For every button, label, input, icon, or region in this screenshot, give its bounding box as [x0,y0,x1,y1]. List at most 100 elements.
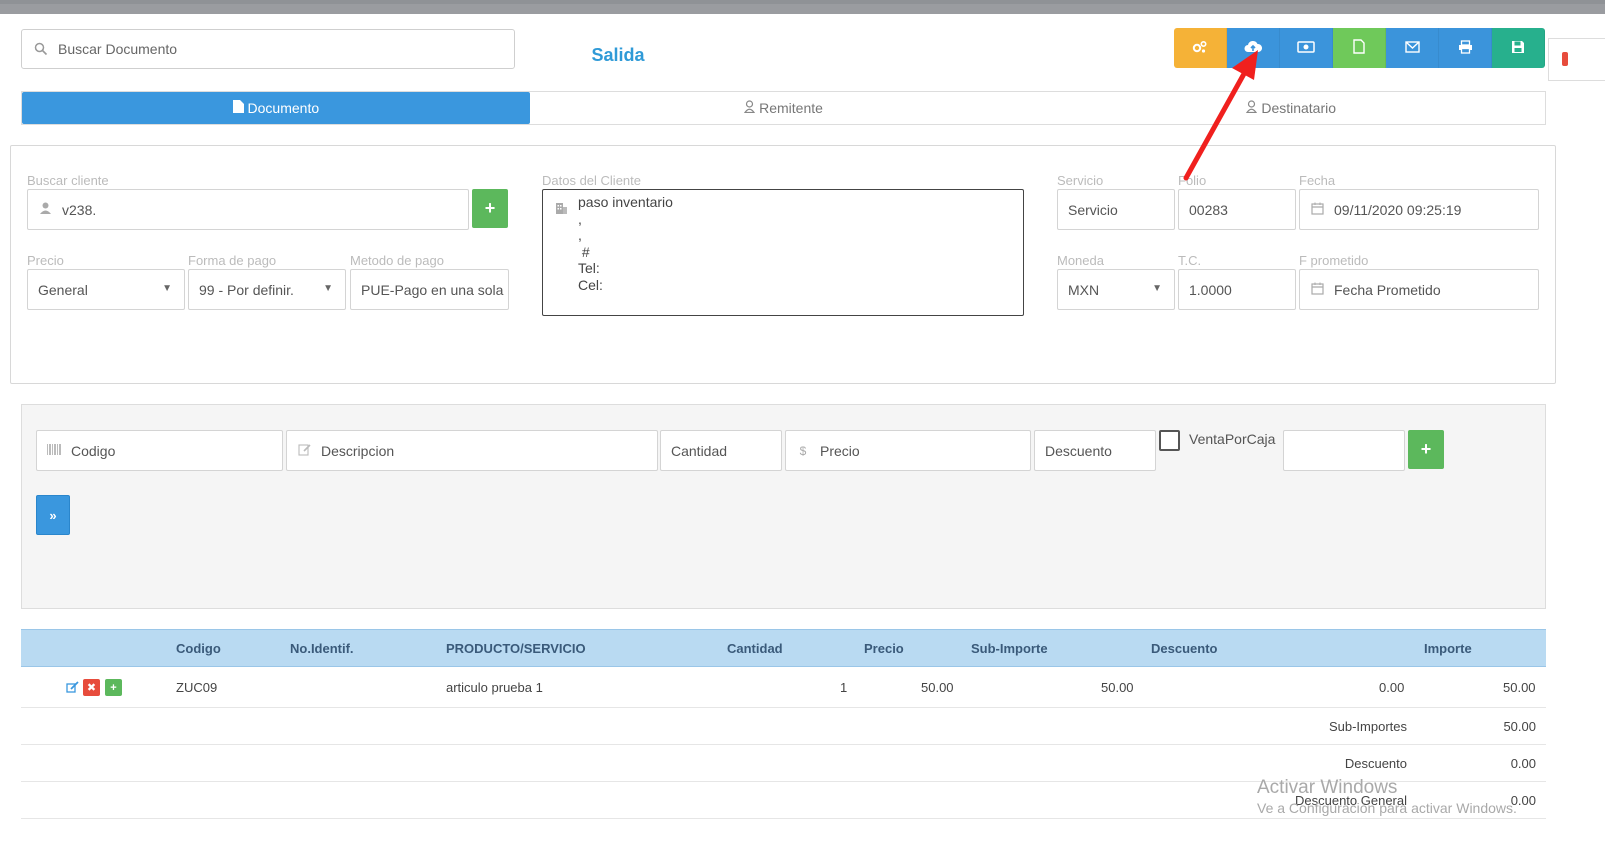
header-importe: Importe [1424,641,1472,656]
client-data-line: paso inventario [578,194,673,210]
client-data-line: , [578,227,582,243]
forma-pago-label: Forma de pago [188,253,277,268]
cell-precio: 50.00 [921,680,954,695]
summary-label: Descuento [1344,756,1407,771]
money-icon [1297,40,1315,56]
cell-importe: 50.00 [1503,680,1536,695]
table-header: Codigo No.Identif. PRODUCTO/SERVICIO Can… [21,629,1546,667]
venta-por-caja-checkbox[interactable] [1159,430,1180,451]
cell-producto: articulo prueba 1 [446,680,543,695]
tab-destinatario[interactable]: Destinatario [1037,92,1545,124]
buscar-cliente-label: Buscar cliente [27,173,109,188]
servicio-field[interactable]: Servicio [1057,189,1175,230]
add-product-button[interactable]: + [1408,430,1444,469]
client-data-line: , [578,210,582,227]
header-producto: PRODUCTO/SERVICIO [446,641,586,656]
search-document-input[interactable]: Buscar Documento [21,29,515,69]
caret-down-icon: ▼ [323,283,333,294]
cell-descuento: 0.00 [1379,680,1405,695]
folio-label: Folio [1178,173,1207,188]
forma-pago-value: 99 - Por definir. [199,281,294,298]
barcode-icon [47,443,61,458]
venta-por-caja-label: VentaPorCaja [1189,431,1276,447]
windows-activation-title: Activar Windows [1257,777,1398,798]
descripcion-input[interactable]: Descripcion [286,430,658,471]
tab-label: Documento [247,100,320,116]
calendar-icon [1310,202,1324,218]
fecha-field[interactable]: 09/11/2020 09:25:19 [1299,189,1539,230]
document-tabs: Documento Remitente Destinatario [21,91,1546,125]
tab-label: Remitente [759,100,823,116]
venta-por-caja-input[interactable] [1283,430,1405,471]
servicio-label: Servicio [1057,173,1104,188]
expand-button[interactable]: » [36,495,70,535]
f-prometido-placeholder: Fecha Prometido [1334,281,1441,298]
cantidad-input[interactable]: Cantidad [660,430,782,471]
client-data-line: # [578,243,590,260]
fecha-value: 09/11/2020 09:25:19 [1334,201,1462,218]
table-row: ✖ + ZUC09 articulo prueba 1 1 50.00 50.0… [21,667,1546,708]
user-icon [1246,100,1258,116]
settings-button[interactable] [1174,28,1227,68]
delete-row-icon[interactable]: ✖ [83,679,100,696]
cogs-icon [1192,40,1208,57]
print-icon [1458,39,1473,57]
side-panel-tab[interactable] [1548,38,1605,81]
header-descuento: Descuento [1151,641,1218,656]
cloud-upload-button[interactable] [1227,28,1280,68]
descuento-input[interactable]: Descuento [1034,430,1156,471]
add-row-icon[interactable]: + [105,679,122,696]
cloud-upload-icon [1244,40,1263,57]
search-icon [34,42,48,56]
forma-pago-select[interactable]: 99 - Por definir. ▼ [188,269,346,310]
side-panel-indicator [1562,52,1568,66]
metodo-pago-select[interactable]: PUE-Pago en una sola [350,269,509,310]
f-prometido-field[interactable]: Fecha Prometido [1299,269,1539,310]
cell-subimporte: 50.00 [1101,680,1134,695]
folio-field[interactable]: 00283 [1178,189,1296,230]
descuento-placeholder: Descuento [1045,442,1112,459]
email-button[interactable] [1386,28,1439,68]
tab-label: Destinatario [1261,100,1337,116]
edit-row-icon[interactable] [65,679,80,696]
cell-codigo: ZUC09 [176,680,218,695]
servicio-value: Servicio [1068,201,1118,218]
save-icon [1511,40,1525,57]
user-icon [38,202,52,217]
client-data-textarea[interactable]: paso inventario , , # Tel: Cel: [542,189,1024,316]
action-toolbar [1174,28,1545,68]
f-prometido-label: F prometido [1299,253,1369,268]
header-precio: Precio [864,641,904,656]
precio-select[interactable]: General ▼ [27,269,185,310]
descripcion-placeholder: Descripcion [321,442,395,459]
document-button[interactable] [1333,28,1386,68]
metodo-pago-label: Metodo de pago [350,253,444,268]
header-cantidad: Cantidad [727,641,783,656]
header-subimporte: Sub-Importe [971,641,1048,656]
tc-field[interactable]: 1.0000 [1178,269,1296,310]
codigo-placeholder: Codigo [71,442,116,459]
windows-activation-subtitle: Ve a Configuración para activar Windows. [1257,800,1517,816]
client-search-field[interactable]: v238. [27,189,469,230]
tab-remitente[interactable]: Remitente [530,92,1038,124]
tc-label: T.C. [1178,253,1202,268]
summary-label: Sub-Importes [1328,719,1407,734]
codigo-input[interactable]: Codigo [36,430,283,471]
print-button[interactable] [1439,28,1492,68]
payment-button[interactable] [1280,28,1333,68]
header-identif: No.Identif. [290,641,354,656]
fecha-label: Fecha [1299,173,1336,188]
save-button[interactable] [1492,28,1545,68]
cantidad-placeholder: Cantidad [671,442,728,459]
caret-down-icon: ▼ [1152,283,1162,294]
add-client-button[interactable]: + [472,189,508,228]
header-codigo: Codigo [176,641,221,656]
tab-documento[interactable]: Documento [22,92,530,124]
page-title: Salida [591,45,645,65]
dollar-icon: $ [799,443,807,458]
moneda-select[interactable]: MXN ▼ [1057,269,1175,310]
precio-input[interactable]: $ Precio [785,430,1031,471]
summary-value: 0.00 [1510,756,1536,771]
calendar-icon [1310,282,1324,298]
moneda-value: MXN [1068,281,1100,298]
